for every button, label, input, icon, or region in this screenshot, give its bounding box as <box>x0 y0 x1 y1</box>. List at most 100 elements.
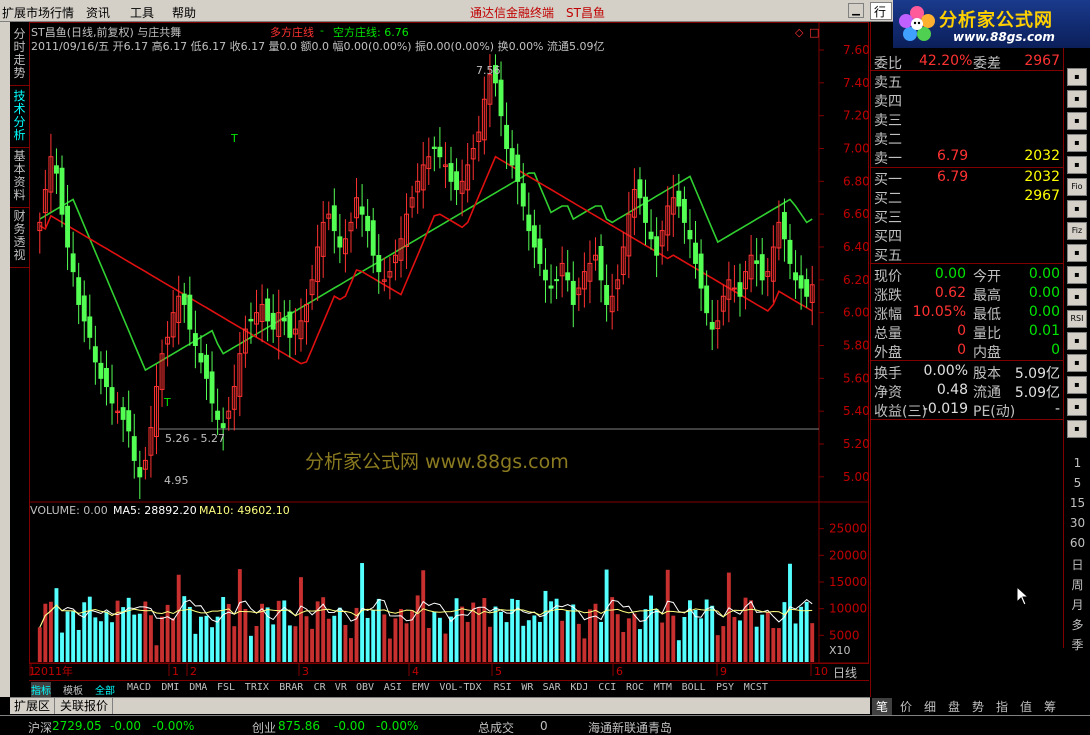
volume-bar <box>221 597 226 662</box>
chart-icon[interactable]: ▪ <box>1067 288 1087 306</box>
volume-bar <box>299 577 303 662</box>
indicator-tab[interactable]: DMA <box>189 682 207 693</box>
book-volume: 2032 <box>1024 169 1060 185</box>
tab-related-quotes[interactable]: 关联报价 <box>56 698 114 714</box>
indicator-tab[interactable]: EMV <box>412 682 430 693</box>
quote-tab[interactable]: 行 <box>870 2 892 20</box>
price-axis: 7.60 7.40 7.20 7.00 6.80 6.60 6.40 6.20 6.00 5.80… <box>819 43 869 484</box>
menu-tools[interactable]: 工具 <box>130 4 154 21</box>
indicator-tab[interactable]: 模板 <box>63 682 83 697</box>
indicator-tab[interactable]: SAR <box>543 682 561 693</box>
index2-name: 创业 <box>252 721 277 735</box>
indicator-tab[interactable]: VR <box>335 682 347 693</box>
order-book-row: 卖一 6.79 2032 <box>871 147 1064 167</box>
line-icon[interactable]: ▪ <box>1067 112 1087 130</box>
quote-row: 现价 0.00 今开 0.00 <box>871 265 1064 285</box>
indicator-tab[interactable]: ASI <box>384 682 402 693</box>
indicator-tab[interactable]: 全部 <box>95 682 115 697</box>
period-button[interactable]: 60 <box>1064 536 1090 550</box>
volume-bar <box>554 598 559 662</box>
indicator-tab[interactable]: ROC <box>626 682 644 693</box>
panel-tab[interactable]: 细 <box>920 698 940 715</box>
quote-value: 0.00 <box>934 266 966 282</box>
status-bar: 沪深 2729.05 -0.00 -0.00% 创业 875.86 -0.00 … <box>0 715 1090 735</box>
chart-canvas: 7.60 7.40 7.20 7.00 6.80 6.60 6.40 6.20 6.00 5.80… <box>29 22 869 678</box>
period-button[interactable]: 30 <box>1064 516 1090 530</box>
volume-bar <box>165 604 170 662</box>
cross-icon[interactable]: ▪ <box>1067 398 1087 416</box>
close-icon[interactable]: □ <box>809 26 819 39</box>
indicator-tab[interactable]: CR <box>314 682 326 693</box>
down-icon[interactable]: ▪ <box>1067 376 1087 394</box>
indicator-tab[interactable]: VOL-TDX <box>439 682 481 693</box>
indicator-tab[interactable]: PSY <box>716 682 734 693</box>
indicator-tab[interactable]: MTM <box>654 682 672 693</box>
indicator-tab[interactable]: CCI <box>598 682 616 693</box>
indicator-tab[interactable]: OBV <box>356 682 374 693</box>
period-button[interactable]: 5 <box>1064 476 1090 490</box>
indicator-tab[interactable]: 指标 <box>31 682 51 697</box>
indicator-tab[interactable]: DMI <box>161 682 179 693</box>
diamond-icon[interactable]: ◇ <box>795 26 803 39</box>
panel-tab[interactable]: 势 <box>968 698 988 715</box>
price-tick: 7.00 <box>843 142 869 156</box>
rsi-icon[interactable]: RSI <box>1067 310 1087 328</box>
indicator-tab[interactable]: WR <box>521 682 533 693</box>
search-icon[interactable]: ▪ <box>1067 266 1087 284</box>
fiz-icon[interactable]: Fiz <box>1067 222 1087 240</box>
period-button[interactable]: 月 <box>1064 596 1090 613</box>
volume-bar <box>210 627 214 662</box>
period-button[interactable]: 多 <box>1064 616 1090 633</box>
menu-help[interactable]: 帮助 <box>172 4 196 21</box>
indicator-tab[interactable]: FSL <box>217 682 235 693</box>
flag-icon[interactable]: ▪ <box>1067 200 1087 218</box>
fio-icon[interactable]: Fio <box>1067 178 1087 196</box>
candle-icon[interactable]: ▪ <box>1067 90 1087 108</box>
period-button[interactable]: 周 <box>1064 576 1090 593</box>
candle-body <box>104 367 109 388</box>
indicator-tab[interactable]: BRAR <box>279 682 303 693</box>
tab-technical[interactable]: 技术分析 <box>10 90 29 148</box>
tab-intraday[interactable]: 分时走势 <box>10 28 29 86</box>
menu-news[interactable]: 资讯 <box>86 4 110 21</box>
indicator-tab[interactable]: RSI <box>494 682 512 693</box>
indicator-tab[interactable]: MACD <box>127 682 151 693</box>
window-icon[interactable]: ▪ <box>1067 244 1087 262</box>
quote-label: 今开 <box>973 269 1001 285</box>
indicator-tab[interactable]: MCST <box>744 682 768 693</box>
panel-tab[interactable]: 价 <box>896 698 916 715</box>
panel-tab[interactable]: 指 <box>992 698 1012 715</box>
tab-financials[interactable]: 财务透视 <box>10 210 29 268</box>
wave-icon[interactable]: ▪ <box>1067 420 1087 438</box>
left-scrollbar[interactable] <box>0 22 10 697</box>
kline-chart[interactable]: 7.60 7.40 7.20 7.00 6.80 6.60 6.40 6.20 6.00 5.80… <box>29 22 869 680</box>
period-button[interactable]: 日 <box>1064 556 1090 573</box>
candle-body <box>54 165 59 174</box>
panel-tab[interactable]: 笔 <box>872 698 892 715</box>
panel-tab[interactable]: 筹 <box>1040 698 1060 715</box>
panel-tab[interactable]: 值 <box>1016 698 1036 715</box>
indicator-tab[interactable]: TRIX <box>245 682 269 693</box>
bars-icon[interactable]: ▪ <box>1067 68 1087 86</box>
ratio-value: 42.20% <box>919 53 973 69</box>
volume-bar <box>148 615 153 662</box>
price-tick: 6.60 <box>843 207 869 221</box>
menu-extended-market[interactable]: 扩展市场行情 <box>2 4 74 21</box>
period-button[interactable]: 季 <box>1064 636 1090 653</box>
split-icon[interactable]: ▪ <box>1067 134 1087 152</box>
quote-row: 净资 0.48 流通 5.09亿 <box>871 381 1064 401</box>
period-button[interactable]: 1 <box>1064 456 1090 470</box>
period-button[interactable]: 15 <box>1064 496 1090 510</box>
panel-tab[interactable]: 盘 <box>944 698 964 715</box>
minimize-button[interactable]: ▁ <box>848 3 864 18</box>
volume-tick: 25000 <box>829 522 867 536</box>
volume-bar <box>449 616 453 662</box>
candle-body <box>704 285 710 314</box>
indicator-tab[interactable]: KDJ <box>570 682 588 693</box>
arrow-icon[interactable]: ▪ <box>1067 332 1087 350</box>
grid-icon[interactable]: ▪ <box>1067 156 1087 174</box>
tab-fundamentals[interactable]: 基本资料 <box>10 150 29 208</box>
tab-extended-area[interactable]: 扩展区 <box>10 698 56 714</box>
plus-icon[interactable]: ▪ <box>1067 354 1087 372</box>
indicator-tab[interactable]: BOLL <box>682 682 706 693</box>
